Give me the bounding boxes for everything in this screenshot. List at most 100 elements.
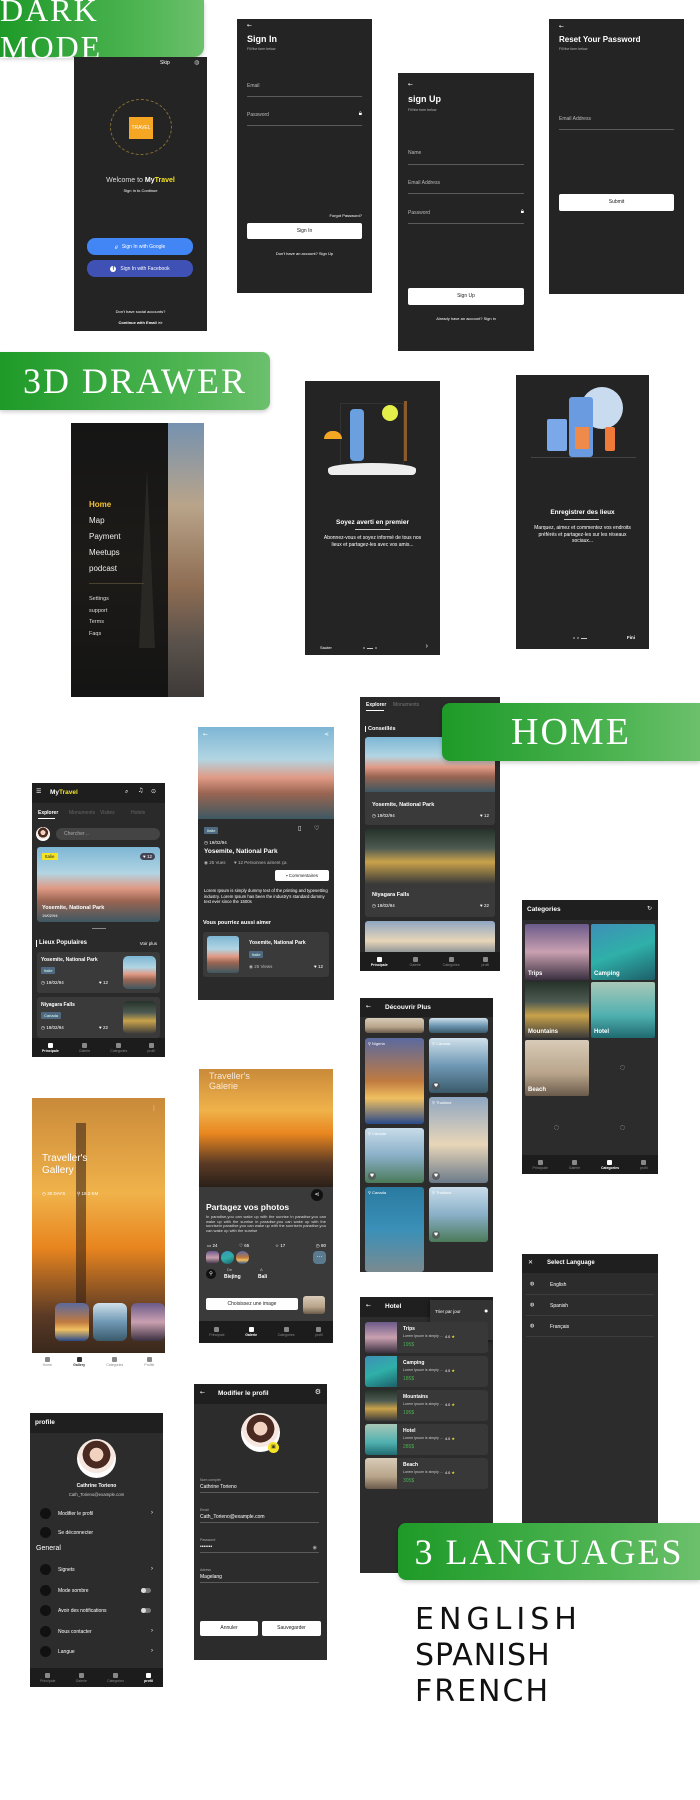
back-arrow-icon[interactable]: ← — [366, 1303, 371, 1309]
nav-item-profile[interactable]: Profile — [144, 1356, 154, 1367]
gallery-thumbnail[interactable] — [55, 1303, 89, 1341]
category-mountains[interactable]: Mountains — [525, 982, 589, 1038]
discover-tile[interactable]: ⚲ Thailand ♥ — [429, 1097, 488, 1183]
nav-item-categories[interactable]: Categories — [110, 1042, 127, 1053]
discover-tile[interactable]: ⚲ Thailand ♥ — [429, 1187, 488, 1242]
see-more-link[interactable]: Voir plus — [140, 941, 157, 946]
nav-item-galerie[interactable]: Galerie — [245, 1327, 257, 1337]
drawer-item-meetups[interactable]: Meetups — [89, 548, 120, 557]
drawer-item-support[interactable]: support — [89, 608, 107, 614]
name-field[interactable]: Name — [408, 150, 421, 156]
password-field[interactable]: Password — [247, 112, 269, 118]
photo-thumbnail[interactable] — [221, 1251, 234, 1264]
hotel-list-item[interactable]: Mountains Lorem Ipsum is simply ... 4.0 ★ 1… — [365, 1390, 488, 1421]
photo-thumbnail[interactable] — [206, 1251, 219, 1264]
google-sign-in-button[interactable]: g Sign In with Google — [87, 238, 193, 255]
next-button[interactable]: › — [426, 643, 428, 650]
share-icon[interactable]: ⋖ — [324, 732, 329, 738]
bookmark-icon[interactable]: ▯ — [298, 826, 301, 832]
drawer-item-map[interactable]: Map — [89, 516, 105, 525]
nav-item-galerie[interactable]: Galerie — [569, 1159, 580, 1170]
skip-link[interactable]: Skip — [160, 60, 170, 66]
user-avatar[interactable] — [36, 827, 50, 841]
tab-explorer[interactable]: Explorer — [38, 810, 58, 816]
refresh-icon[interactable]: ↻ — [647, 906, 652, 912]
like-button[interactable]: ♥ — [368, 1172, 376, 1180]
email-address-field[interactable]: Email Address — [408, 180, 440, 186]
back-arrow-icon[interactable]: ← — [247, 23, 252, 29]
hotel-list-item[interactable]: Trips Lorem Ipsum is simply ... 4.0 ★ 195$ — [365, 1322, 488, 1353]
back-arrow-icon[interactable]: ← — [200, 1390, 205, 1396]
back-arrow-icon[interactable]: ← — [366, 1004, 371, 1010]
search-input[interactable]: Chercher .. — [56, 828, 160, 840]
heart-icon[interactable]: ♡ — [314, 826, 319, 832]
back-arrow-icon[interactable]: ← — [408, 82, 413, 88]
sign-in-button[interactable]: Sign In — [247, 223, 362, 239]
facebook-sign-in-button[interactable]: f Sign In with Facebook — [87, 260, 193, 277]
nav-item-categories[interactable]: Categories — [107, 1672, 124, 1683]
choose-image-button[interactable]: Choisissez une image — [206, 1298, 298, 1310]
show-password-icon[interactable]: ◉ — [313, 1546, 317, 1551]
password-field[interactable]: Password — [408, 210, 430, 216]
language-option-1[interactable]: ◍ Spanish — [526, 1296, 654, 1316]
toggle-switch[interactable] — [141, 1608, 151, 1613]
nav-item-profil[interactable]: profil — [147, 1042, 155, 1053]
profile-setting-item[interactable]: Nous contacter › — [40, 1625, 155, 1639]
related-place-card[interactable]: Yosemite, National Park Italie ◉ 25 View… — [203, 932, 329, 977]
like-button[interactable]: ♥ — [432, 1172, 440, 1180]
search-icon[interactable]: ⌕ — [125, 789, 128, 795]
tab-hotels[interactable]: Hotels — [131, 810, 145, 816]
hotel-list-item[interactable]: Camping Lorem Ipsum is simply ... 4.0 ★ 185… — [365, 1356, 488, 1387]
finish-button[interactable]: Fini — [627, 635, 635, 640]
nav-item-principale[interactable]: Principale — [42, 1042, 59, 1053]
profile-menu-item[interactable]: Modifier le profil › — [40, 1507, 155, 1521]
drawer-item-home[interactable]: Home — [89, 500, 111, 509]
drawer-item-payment[interactable]: Payment — [89, 532, 121, 541]
discover-tile[interactable]: ⚲ Canada ♥ — [365, 1128, 424, 1183]
sign-up-button[interactable]: Sign Up — [408, 288, 524, 305]
like-button[interactable]: ♥ — [432, 1082, 440, 1090]
profile-field-input[interactable]: Magelang — [200, 1574, 222, 1580]
tab-explorer[interactable]: Explorer — [366, 702, 386, 708]
gallery-thumbnail[interactable] — [131, 1303, 165, 1341]
drawer-item-podcast[interactable]: podcast — [89, 564, 117, 573]
nav-item-categories[interactable]: Categories — [106, 1356, 123, 1367]
nav-item-galerie[interactable]: Galerie — [79, 1042, 90, 1053]
save-button[interactable]: Sauvegarder — [262, 1621, 321, 1636]
nav-item-home[interactable]: Home — [43, 1356, 52, 1367]
tab-visites[interactable]: Visites — [100, 810, 115, 816]
profile-setting-item[interactable]: Avoir des notifications — [40, 1604, 155, 1618]
share-button[interactable]: ⋖ — [311, 1189, 323, 1201]
nav-item-principale[interactable]: Principale — [371, 956, 388, 967]
globe-icon[interactable]: ◍ — [194, 60, 199, 66]
menu-icon[interactable]: ☰ — [36, 789, 41, 795]
discover-tile[interactable]: ⚲ Canada ♥ — [429, 1038, 488, 1093]
sort-by-day-option[interactable]: Trier par jour — [435, 1309, 461, 1314]
nav-item-principale[interactable]: Principale — [209, 1327, 225, 1337]
toggle-switch[interactable] — [141, 1587, 151, 1593]
email-address-field[interactable]: Email Address — [559, 116, 591, 122]
more-photos-button[interactable]: … — [313, 1251, 326, 1264]
drawer-item-faqs[interactable]: Faqs — [89, 631, 101, 637]
popular-place-card[interactable]: Yosemite, National Park Italie ◷ 19/02/9… — [37, 952, 160, 993]
discover-tile[interactable]: ⚲ Canada — [365, 1187, 424, 1272]
nav-item-categories[interactable]: Categories — [278, 1327, 295, 1337]
gallery-thumbnail[interactable] — [93, 1303, 127, 1341]
tab-monuments[interactable]: Monuments — [69, 810, 95, 816]
profile-menu-item[interactable]: Se déconnecter — [40, 1526, 155, 1540]
nav-item-profil[interactable]: profil — [315, 1327, 323, 1337]
nav-item-profil[interactable]: profil — [144, 1672, 153, 1683]
hotel-list-item[interactable]: Beach Lorem Ipsum is simply ... 4.0 ★ 305$ — [365, 1458, 488, 1489]
back-arrow-icon[interactable]: ← — [559, 24, 564, 30]
continue-email-link[interactable]: Continue with Email >> — [74, 320, 207, 325]
settings-icon[interactable]: ⊙ — [151, 789, 156, 795]
comments-button[interactable]: ▪ Commentaires — [275, 870, 329, 881]
photo-thumbnail[interactable] — [236, 1251, 249, 1264]
category-beach[interactable]: Beach — [525, 1040, 589, 1096]
profile-setting-item[interactable]: Signets › — [40, 1563, 155, 1577]
skip-button[interactable]: Sauter — [320, 645, 332, 650]
nav-item-categories[interactable]: Categories — [601, 1159, 619, 1170]
forgot-password-link[interactable]: Forgot Password? — [330, 213, 362, 218]
profile-field-input[interactable]: Cathrine Torieno — [200, 1484, 237, 1490]
drawer-content-preview[interactable] — [168, 423, 204, 697]
